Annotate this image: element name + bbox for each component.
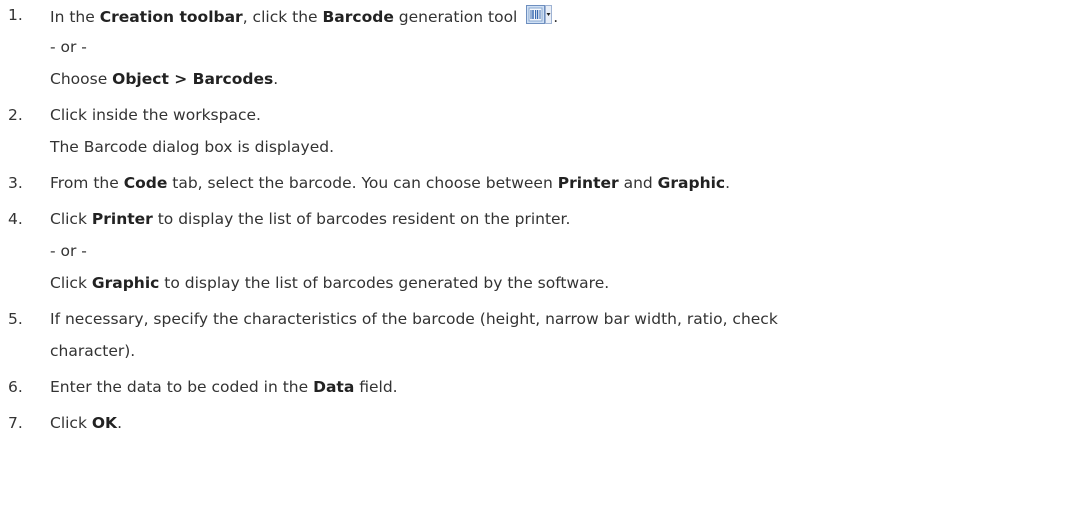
instruction-list: 1. In the Creation toolbar, click the Ba…: [8, 5, 778, 432]
step-text: In the Creation toolbar, click the Barco…: [50, 5, 558, 27]
step-number: 1.: [8, 6, 23, 24]
step-text: From the Code tab, select the barcode. Y…: [50, 174, 731, 192]
step-text: Click Printer to display the list of bar…: [50, 210, 571, 228]
step-number: 7.: [8, 414, 23, 432]
barcode-tool-icon: [526, 5, 553, 26]
step-number: 3.: [8, 174, 23, 192]
step-text: Enter the data to be coded in the Data f…: [50, 378, 398, 396]
step-number: 4.: [8, 210, 23, 228]
step-number: 2.: [8, 106, 23, 124]
step-text: Click OK.: [50, 414, 122, 432]
step-number: 6.: [8, 378, 23, 396]
step-number: 5.: [8, 310, 23, 328]
step-text: Click inside the workspace.: [50, 106, 261, 124]
step-text: If necessary, specify the characteristic…: [50, 310, 778, 328]
